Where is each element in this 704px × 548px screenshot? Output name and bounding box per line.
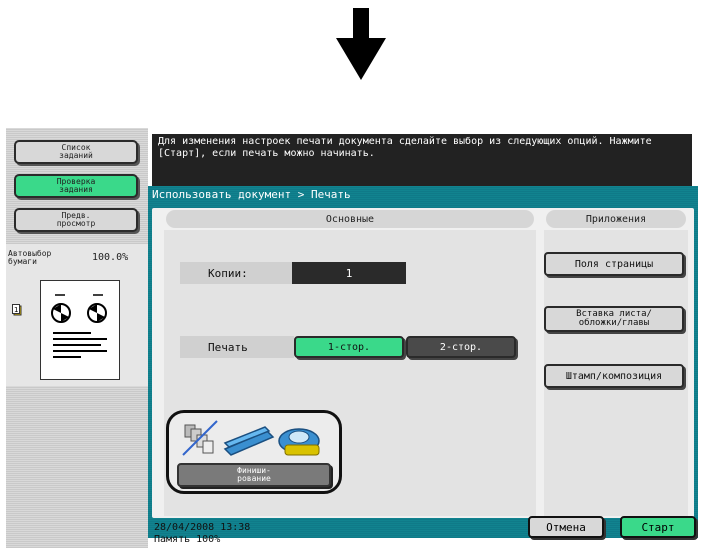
- finishing-group[interactable]: Финиши- рование: [166, 410, 342, 494]
- applications-area: Поля страницы Вставка листа/ обложки/гла…: [544, 230, 688, 516]
- job-list-button[interactable]: Список заданий: [14, 140, 138, 164]
- stapler-icon: [223, 426, 275, 456]
- check-job-button[interactable]: Проверка задания: [14, 174, 138, 198]
- insert-sheet-button[interactable]: Вставка листа/ обложки/главы: [544, 306, 684, 332]
- zoom-value: 100.0%: [92, 252, 129, 263]
- applications-section-header: Приложения: [546, 210, 686, 228]
- memory-status: Память 100%: [154, 534, 221, 545]
- hole-punch-icon: [278, 428, 320, 456]
- page-margin-button[interactable]: Поля страницы: [544, 252, 684, 276]
- stamp-composition-button[interactable]: Штамп/композиция: [544, 364, 684, 388]
- breadcrumb: Использовать документ > Печать: [152, 188, 351, 201]
- print-label: Печать: [180, 336, 294, 358]
- preview-button[interactable]: Предв. просмотр: [14, 208, 138, 232]
- original-count-icon: 1: [12, 304, 22, 316]
- paper-auto-label: Автовыбор бумаги: [8, 249, 52, 266]
- printer-control-screen: Список заданий Проверка задания Предв. п…: [6, 128, 698, 548]
- page-content-illustration: [51, 294, 107, 358]
- basic-section-header: Основные: [166, 210, 534, 228]
- cancel-button[interactable]: Отмена: [528, 516, 604, 538]
- down-arrow-icon: [336, 8, 386, 80]
- finishing-button[interactable]: Финиши- рование: [177, 463, 331, 487]
- two-sided-button[interactable]: 2-стор.: [406, 336, 516, 358]
- finishing-icons: [182, 420, 320, 456]
- status-bar: 28/04/2008 13:38 Память 100% Отмена Стар…: [148, 496, 698, 548]
- copies-label: Копии:: [180, 262, 292, 284]
- start-button[interactable]: Старт: [620, 516, 696, 538]
- svg-text:1: 1: [14, 306, 18, 314]
- sort-icon: [182, 420, 218, 456]
- date-time: 28/04/2008 13:38: [154, 522, 251, 533]
- paper-preview-panel: Автовыбор бумаги 100.0% 1: [6, 244, 148, 386]
- page-thumbnail: [40, 280, 120, 380]
- instruction-message: Для изменения настроек печати документа …: [152, 134, 692, 188]
- left-panel: Список заданий Проверка задания Предв. п…: [6, 128, 148, 548]
- copies-value-field[interactable]: 1: [292, 262, 406, 284]
- one-sided-button[interactable]: 1-стор.: [294, 336, 404, 358]
